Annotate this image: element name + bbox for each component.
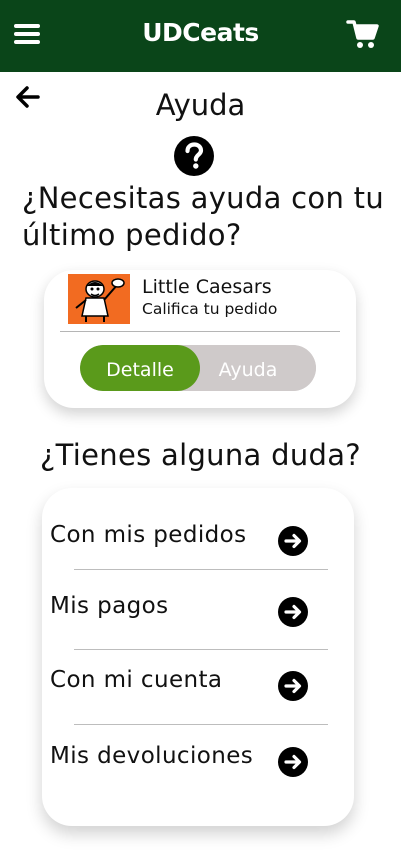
- faq-item-label: Con mi cuenta: [50, 667, 223, 693]
- arrow-right-circle-icon: [278, 747, 308, 777]
- cart-icon[interactable]: [346, 18, 380, 50]
- last-order-question: ¿Necesitas ayuda con tu último pedido?: [22, 181, 384, 252]
- app-brand: UDCeats: [142, 18, 259, 47]
- restaurant-name: Little Caesars: [142, 276, 272, 298]
- rate-order-link[interactable]: Califica tu pedido: [142, 300, 277, 318]
- divider: [74, 569, 328, 570]
- page-title: Ayuda: [155, 88, 246, 122]
- arrow-right-circle-icon: [278, 671, 308, 701]
- help-circle-icon: [174, 136, 214, 176]
- top-app-bar: UDCeats: [0, 0, 401, 72]
- last-order-card: Little Caesars Califica tu pedido Ayuda …: [44, 270, 356, 408]
- toggle-help-option[interactable]: Ayuda: [180, 345, 316, 391]
- order-view-toggle: Ayuda Detalle: [80, 345, 316, 391]
- faq-item-label: Mis pagos: [50, 593, 169, 619]
- restaurant-logo: [68, 274, 130, 324]
- faq-item-orders[interactable]: Con mis pedidos: [42, 508, 354, 568]
- divider: [74, 649, 328, 650]
- faq-item-returns[interactable]: Mis devoluciones: [42, 729, 354, 789]
- faq-title: ¿Tienes alguna duda?: [39, 438, 361, 472]
- faq-item-account[interactable]: Con mi cuenta: [42, 653, 354, 713]
- faq-item-label: Con mis pedidos: [50, 522, 247, 548]
- faq-item-payments[interactable]: Mis pagos: [42, 579, 354, 639]
- toggle-detail-option[interactable]: Detalle: [80, 345, 200, 391]
- arrow-right-circle-icon: [278, 597, 308, 627]
- faq-item-label: Mis devoluciones: [50, 743, 254, 769]
- divider: [60, 331, 340, 332]
- divider: [74, 724, 328, 725]
- faq-card: Con mis pedidos Mis pagos Con mi cuenta …: [42, 488, 354, 826]
- arrow-right-circle-icon: [278, 526, 308, 556]
